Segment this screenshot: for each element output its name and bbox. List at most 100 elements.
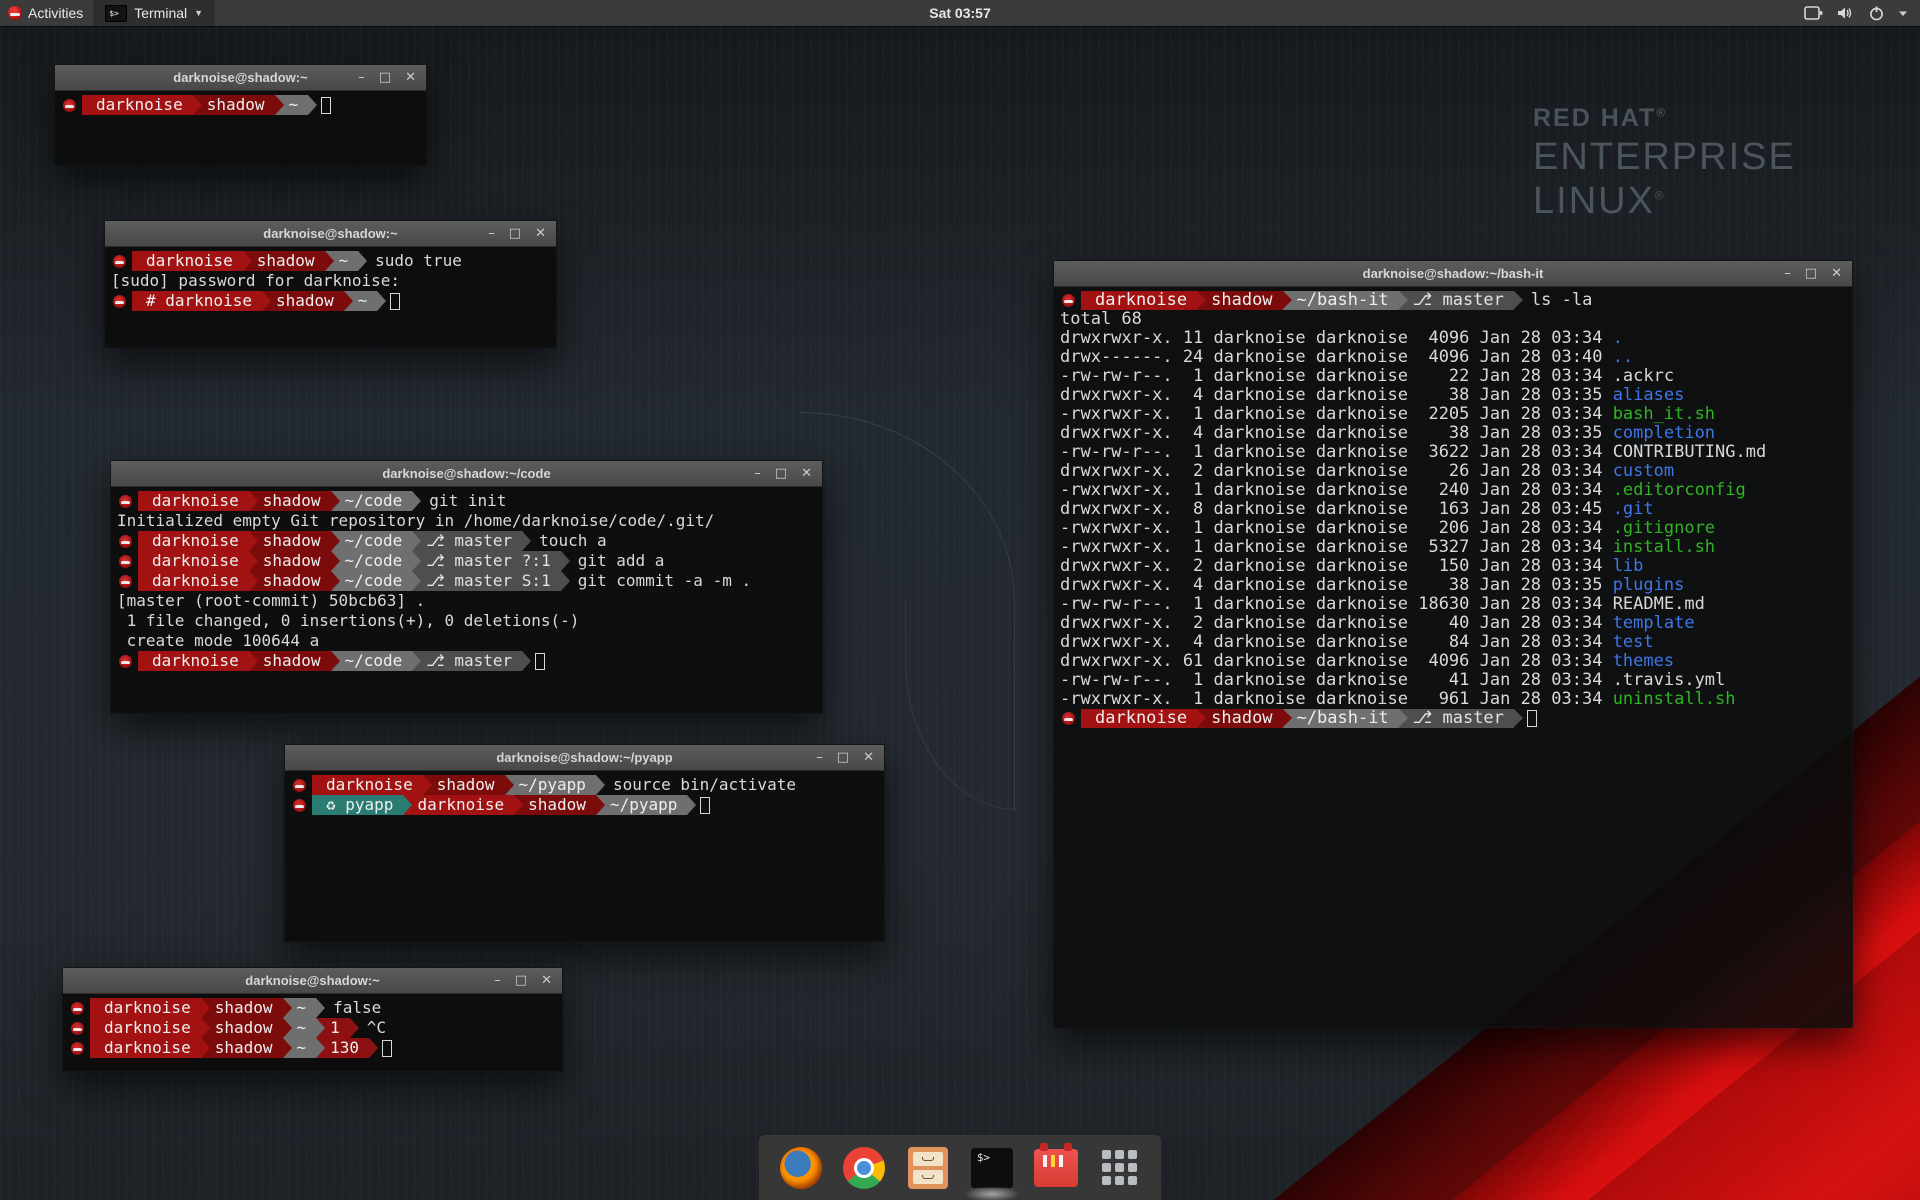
- titlebar[interactable]: darknoise@shadow:~ – □ ✕: [105, 221, 556, 247]
- titlebar[interactable]: darknoise@shadow:~ – □ ✕: [63, 968, 562, 994]
- maximize-button[interactable]: □: [1805, 261, 1817, 287]
- ls-row-filename: themes: [1613, 651, 1674, 671]
- terminal-line: -rwxrwxr-x. 1 darknoise darknoise 5327 J…: [1060, 538, 1846, 557]
- prompt-segment-branch: ⎇ master: [412, 531, 522, 551]
- ls-row-meta: -rw-rw-r--. 1 darknoise darknoise 3622 J…: [1060, 442, 1613, 462]
- maximize-button[interactable]: □: [509, 221, 521, 247]
- terminal-content[interactable]: darknoiseshadow~/bash-it⎇ masterls -lato…: [1054, 287, 1852, 1027]
- prompt-segment-host: shadow: [514, 795, 596, 815]
- terminal-window-home-2: darknoise@shadow:~ – □ ✕ darknoiseshadow…: [62, 967, 563, 1072]
- dock-item-app-grid[interactable]: [1097, 1146, 1141, 1190]
- titlebar[interactable]: darknoise@shadow:~/pyapp – □ ✕: [285, 745, 884, 771]
- prompt-segment-branch: ⎇ master S:1: [412, 571, 560, 591]
- redhat-prompt-icon: [71, 1002, 84, 1015]
- terminal-cursor: [321, 97, 331, 114]
- redhat-prompt-icon: [1062, 294, 1075, 307]
- close-button[interactable]: ✕: [405, 65, 416, 91]
- minimize-button[interactable]: –: [754, 461, 761, 487]
- terminal-window-home-1: darknoise@shadow:~ – □ ✕ darknoiseshadow…: [54, 64, 427, 166]
- close-button[interactable]: ✕: [541, 968, 552, 994]
- minimize-button[interactable]: –: [1784, 261, 1791, 287]
- ls-row-meta: drwxrwxr-x. 2 darknoise darknoise 150 Ja…: [1060, 556, 1613, 576]
- battery-icon: [1804, 6, 1823, 20]
- redhat-prompt-icon: [63, 99, 76, 112]
- system-status-menu[interactable]: [1804, 0, 1920, 26]
- titlebar[interactable]: darknoise@shadow:~/code – □ ✕: [111, 461, 822, 487]
- terminal-line: darknoiseshadow~/code⎇ master S:1git com…: [117, 571, 816, 591]
- maximize-button[interactable]: □: [379, 65, 391, 91]
- ls-row-filename: uninstall.sh: [1613, 689, 1736, 709]
- terminal-line: drwxrwxr-x. 11 darknoise darknoise 4096 …: [1060, 329, 1846, 348]
- ls-row-filename: .gitignore: [1613, 518, 1715, 538]
- ls-row-filename: bash_it.sh: [1613, 404, 1715, 424]
- maximize-button[interactable]: □: [515, 968, 527, 994]
- prompt-segment-host: shadow: [201, 1018, 283, 1038]
- minimize-button[interactable]: –: [494, 968, 501, 994]
- prompt-segment-user: darknoise: [403, 795, 514, 815]
- active-app-glow: [964, 1186, 1020, 1200]
- prompt-segment-user: darknoise: [138, 491, 249, 511]
- terminal-cursor: [382, 1040, 392, 1057]
- redhat-prompt-icon: [71, 1022, 84, 1035]
- command-text: source bin/activate: [613, 775, 796, 795]
- prompt-segment-host: shadow: [262, 291, 344, 311]
- prompt-segment-path: ~/code: [331, 551, 413, 571]
- window-title: darknoise@shadow:~/bash-it: [1054, 266, 1852, 281]
- minimize-button[interactable]: –: [816, 745, 823, 771]
- terminal-content[interactable]: darknoiseshadow~/codegit initInitialized…: [111, 487, 822, 713]
- redhat-prompt-icon: [113, 295, 126, 308]
- terminal-line: darknoiseshadow~/code⎇ mastertouch a: [117, 531, 816, 551]
- close-button[interactable]: ✕: [1831, 261, 1842, 287]
- prompt-segment-path: ~/pyapp: [505, 775, 596, 795]
- terminal-line: ♻ pyappdarknoiseshadow~/pyapp: [291, 795, 878, 815]
- minimize-button[interactable]: –: [358, 65, 365, 91]
- terminal-line: darknoiseshadow~: [61, 95, 420, 115]
- close-button[interactable]: ✕: [535, 221, 546, 247]
- maximize-button[interactable]: □: [837, 745, 849, 771]
- ls-row-meta: drwxrwxr-x. 8 darknoise darknoise 163 Ja…: [1060, 499, 1613, 519]
- terminal-content[interactable]: darknoiseshadow~sudo true[sudo] password…: [105, 247, 556, 347]
- window-title: darknoise@shadow:~: [63, 973, 562, 988]
- terminal-app-menu[interactable]: $> Terminal ▼: [93, 0, 215, 26]
- dock-item-toolbox[interactable]: [1034, 1146, 1078, 1190]
- terminal-line: darknoiseshadow~1^C: [69, 1018, 556, 1038]
- prompt-segment-path: ~/bash-it: [1283, 709, 1399, 728]
- prompt-segment-user: darknoise: [90, 998, 201, 1018]
- redhat-prompt-icon: [119, 575, 132, 588]
- titlebar[interactable]: darknoise@shadow:~/bash-it – □ ✕: [1054, 261, 1852, 287]
- redhat-prompt-icon: [119, 495, 132, 508]
- prompt-segment-user: # darknoise: [132, 291, 262, 311]
- clock-label[interactable]: Sat 03:57: [929, 5, 990, 21]
- minimize-button[interactable]: –: [488, 221, 495, 247]
- terminal-line: [sudo] password for darknoise:: [111, 271, 550, 291]
- ls-row-filename: plugins: [1613, 575, 1685, 595]
- ls-row-meta: -rwxrwxr-x. 1 darknoise darknoise 961 Ja…: [1060, 689, 1613, 709]
- terminal-icon: $>: [105, 5, 127, 22]
- dock-item-terminal[interactable]: $>: [970, 1146, 1014, 1190]
- maximize-button[interactable]: □: [775, 461, 787, 487]
- command-text: git init: [429, 491, 506, 511]
- dock-item-firefox[interactable]: [779, 1146, 823, 1190]
- titlebar[interactable]: darknoise@shadow:~ – □ ✕: [55, 65, 426, 91]
- activities-button[interactable]: Activities: [0, 0, 93, 26]
- rhel-logo-linux: LINUX®: [1533, 180, 1796, 223]
- close-button[interactable]: ✕: [801, 461, 812, 487]
- terminal-content[interactable]: darknoiseshadow~: [55, 91, 426, 165]
- ls-row-filename: .travis.yml: [1613, 670, 1726, 690]
- command-text: ls -la: [1531, 291, 1592, 310]
- prompt-segment-host: shadow: [249, 651, 331, 671]
- app-grid-icon: [1099, 1148, 1139, 1188]
- dock-item-chrome[interactable]: [842, 1146, 886, 1190]
- prompt-segment-user: darknoise: [138, 651, 249, 671]
- redhat-prompt-icon: [71, 1042, 84, 1055]
- terminal-line: darknoiseshadow~false: [69, 998, 556, 1018]
- redhat-prompt-icon: [293, 779, 306, 792]
- dock-item-files[interactable]: [906, 1146, 950, 1190]
- prompt-segment-host: shadow: [201, 1038, 283, 1058]
- command-text: false: [333, 998, 381, 1018]
- terminal-content[interactable]: darknoiseshadow~/pyapp source bin/activat…: [285, 771, 884, 941]
- ls-row-filename: CONTRIBUTING.md: [1613, 442, 1767, 462]
- close-button[interactable]: ✕: [863, 745, 874, 771]
- prompt-segment-host: shadow: [1197, 291, 1282, 310]
- terminal-content[interactable]: darknoiseshadow~falsedarknoiseshadow~1^C…: [63, 994, 562, 1071]
